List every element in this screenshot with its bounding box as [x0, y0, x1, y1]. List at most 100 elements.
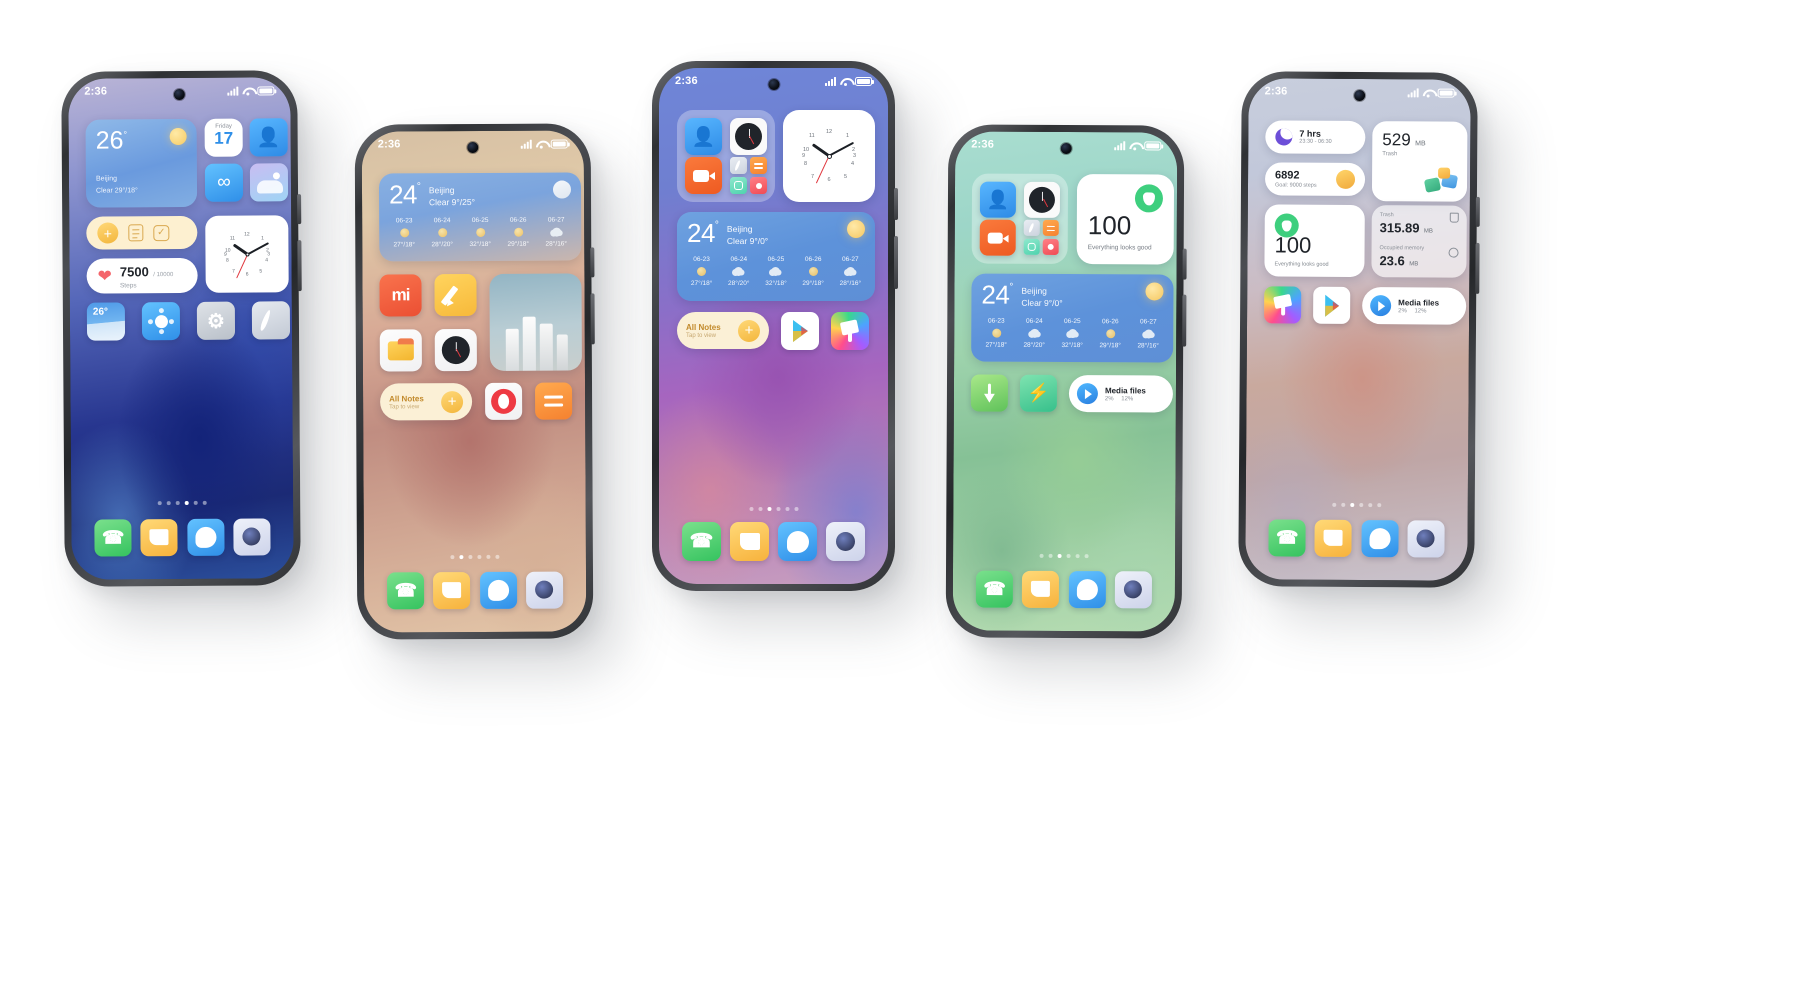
power-button[interactable]	[590, 293, 595, 345]
power-button[interactable]	[1182, 294, 1187, 347]
phone-icon[interactable]: ☎	[682, 521, 721, 561]
all-notes-widget[interactable]: All Notes Tap to view +	[677, 312, 769, 349]
page-indicator[interactable]	[1332, 502, 1382, 508]
contacts-icon[interactable]: 👤	[249, 118, 288, 157]
video-icon[interactable]	[685, 157, 722, 194]
settings-icon[interactable]: ⚙	[196, 301, 236, 340]
steps-widget[interactable]: ❤ 7500 / 10000 Steps	[86, 257, 198, 294]
phone-5[interactable]: 2:36 7 hrs 23:30 - 06:30 529 MB Trash 68…	[1238, 71, 1480, 588]
trash-widget[interactable]: 529 MB Trash	[1371, 121, 1468, 202]
phone-2[interactable]: 2:36 24 ° Beijing Clear 9°/25° 06-23 27°…	[354, 123, 595, 640]
phone-icon[interactable]: ☎	[94, 518, 132, 557]
scan-icon[interactable]	[730, 177, 747, 194]
clock-icon[interactable]	[434, 328, 477, 372]
weather-app-icon[interactable]: 26°	[86, 302, 126, 341]
calendar-widget[interactable]: Friday 17	[204, 118, 243, 157]
notes-shortcut-widget[interactable]: + ✓	[86, 215, 198, 250]
power-button[interactable]	[297, 240, 302, 292]
camera-icon[interactable]	[233, 517, 271, 556]
note-icon[interactable]	[128, 224, 144, 242]
media-files-widget[interactable]: Media files 2% 12%	[1362, 287, 1467, 325]
phone-1[interactable]: 2:36 26 ° Beijing Clear 29°/18° Friday 1…	[61, 70, 302, 587]
storage-row[interactable]: Trash 315.89 MB	[1380, 212, 1459, 238]
phone-icon[interactable]: ☎	[1268, 518, 1306, 557]
phone-icon[interactable]: ☎	[387, 571, 425, 609]
clock-widget[interactable]: 12 3 6 9 1 2 4 5 7 8 10 11	[205, 215, 289, 293]
browser-icon[interactable]	[1360, 519, 1399, 557]
remote-control-icon[interactable]	[141, 302, 181, 341]
compass-icon[interactable]	[730, 157, 747, 174]
menu-icon[interactable]	[1042, 219, 1059, 236]
phone-3[interactable]: 2:36 👤 12 3 6 9 1 2 4 5 7 8 10 11 24 ° B…	[652, 61, 898, 591]
all-notes-widget[interactable]: All Notes Tap to view +	[380, 383, 473, 421]
security-widget[interactable]: 100 Everything looks good	[1264, 204, 1365, 278]
clock-icon[interactable]	[1023, 181, 1061, 218]
gallery-icon[interactable]	[249, 163, 289, 202]
camera-icon[interactable]	[1114, 570, 1152, 608]
play-store-icon[interactable]	[781, 312, 819, 350]
camera-icon[interactable]	[525, 571, 563, 609]
browser-icon[interactable]	[1068, 570, 1106, 608]
notes-pen-icon[interactable]	[434, 273, 477, 317]
infinity-icon[interactable]: ∞	[204, 163, 244, 202]
contacts-icon[interactable]: 👤	[685, 118, 722, 155]
notes-icon[interactable]	[1314, 519, 1353, 557]
camera-icon[interactable]	[826, 521, 865, 561]
weather-widget[interactable]: 24 ° Beijing Clear 9°/0° 06-23 27°/18° 0…	[971, 273, 1174, 363]
weather-widget[interactable]: 24 ° Beijing Clear 9°/25° 06-23 27°/18°	[378, 172, 582, 262]
sleep-widget[interactable]: 7 hrs 23:30 - 06:30	[1265, 120, 1366, 155]
add-note-button[interactable]: +	[738, 319, 760, 342]
opera-icon[interactable]	[485, 382, 523, 420]
themes-icon[interactable]	[831, 312, 869, 350]
themes-icon[interactable]	[1264, 286, 1302, 324]
scan-icon[interactable]	[1023, 238, 1040, 255]
clock-widget[interactable]: 12 3 6 9 1 2 4 5 7 8 10 11	[783, 110, 875, 202]
volume-button[interactable]	[894, 188, 898, 220]
steps-widget[interactable]: 6892 Goal: 9000 steps	[1264, 162, 1366, 197]
volume-button[interactable]	[1475, 196, 1480, 228]
play-store-icon[interactable]	[1313, 286, 1351, 324]
menu-icon[interactable]	[750, 157, 767, 174]
phone-icon[interactable]: ☎	[976, 570, 1014, 608]
storage-widget[interactable]: Trash 315.89 MB Occupied memory 23.6 MB	[1371, 205, 1467, 278]
browser-icon[interactable]	[778, 521, 817, 561]
add-note-button[interactable]: +	[441, 390, 464, 413]
clock-icon[interactable]	[730, 118, 767, 155]
power-button[interactable]	[894, 235, 898, 289]
security-widget[interactable]: 100 Everything looks good	[1076, 174, 1175, 265]
compass-icon[interactable]	[1023, 219, 1040, 236]
video-icon[interactable]	[979, 219, 1016, 256]
compass-icon[interactable]	[251, 301, 291, 340]
browser-icon[interactable]	[479, 571, 517, 609]
notes-icon[interactable]	[1022, 570, 1060, 608]
page-indicator[interactable]	[157, 500, 207, 506]
menu-icon[interactable]	[535, 382, 573, 420]
volume-button[interactable]	[297, 193, 302, 225]
page-indicator[interactable]	[1039, 553, 1089, 559]
notes-icon[interactable]	[433, 571, 471, 609]
media-files-widget[interactable]: Media files 2% 12%	[1068, 375, 1174, 413]
page-indicator[interactable]	[749, 507, 798, 511]
file-manager-icon[interactable]	[379, 329, 422, 372]
browser-icon[interactable]	[186, 518, 225, 556]
storage-row[interactable]: Occupied memory 23.6 MB	[1379, 245, 1459, 271]
volume-button[interactable]	[1182, 248, 1187, 280]
contacts-icon[interactable]: 👤	[979, 181, 1017, 218]
photo-widget[interactable]	[489, 273, 582, 371]
download-icon[interactable]	[970, 374, 1009, 412]
app-folder-widget[interactable]: 👤	[677, 110, 775, 202]
record-icon[interactable]	[750, 177, 767, 194]
booster-icon[interactable]: ⚡	[1019, 374, 1058, 412]
camera-icon[interactable]	[1407, 519, 1445, 558]
checkbox-icon[interactable]: ✓	[153, 224, 170, 241]
weather-widget[interactable]: 26 ° Beijing Clear 29°/18°	[85, 118, 198, 208]
record-icon[interactable]	[1042, 238, 1059, 255]
page-indicator[interactable]	[450, 554, 500, 560]
notes-icon[interactable]	[140, 518, 178, 556]
add-note-button[interactable]: +	[97, 222, 119, 244]
volume-button[interactable]	[590, 246, 595, 278]
power-button[interactable]	[1475, 242, 1480, 295]
mi-store-icon[interactable]: mi	[379, 274, 422, 317]
app-folder-widget[interactable]: 👤	[971, 173, 1069, 265]
weather-widget[interactable]: 24 ° Beijing Clear 9°/0° 06-23 27°/18° 0…	[677, 212, 875, 301]
